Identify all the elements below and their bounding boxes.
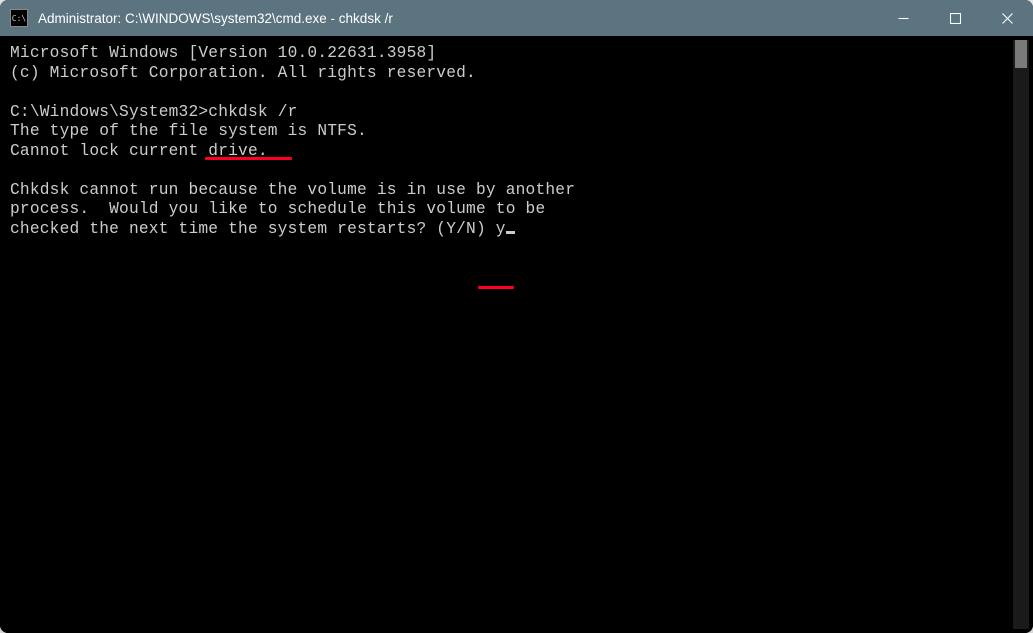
annotation-underline [478,286,514,289]
text-cursor [506,231,515,234]
terminal-output[interactable]: Microsoft Windows [Version 10.0.22631.39… [0,36,1013,633]
vertical-scrollbar[interactable] [1013,40,1029,629]
close-icon [1002,13,1013,24]
output-line: checked the next time the system restart… [10,220,496,238]
annotation-underline [205,157,292,160]
output-line: process. Would you like to schedule this… [10,200,545,218]
cmd-icon-label: C:\ [12,14,26,23]
scrollbar-thumb[interactable] [1015,40,1027,68]
minimize-button[interactable] [877,0,929,36]
minimize-icon [898,13,909,24]
cmd-icon: C:\ [10,9,28,27]
window-title: Administrator: C:\WINDOWS\system32\cmd.e… [38,11,393,26]
maximize-button[interactable] [929,0,981,36]
close-button[interactable] [981,0,1033,36]
copyright-line: (c) Microsoft Corporation. All rights re… [10,64,476,82]
titlebar[interactable]: C:\ Administrator: C:\WINDOWS\system32\c… [0,0,1033,36]
maximize-icon [950,13,961,24]
cmd-window: C:\ Administrator: C:\WINDOWS\system32\c… [0,0,1033,633]
window-controls [877,0,1033,36]
entered-command: chkdsk /r [208,103,297,121]
version-line: Microsoft Windows [Version 10.0.22631.39… [10,44,436,62]
prompt-path: C:\Windows\System32> [10,103,208,121]
output-line: The type of the file system is NTFS. [10,122,367,140]
user-input-answer: y [496,220,506,238]
terminal-area[interactable]: Microsoft Windows [Version 10.0.22631.39… [0,36,1033,633]
output-line: Chkdsk cannot run because the volume is … [10,181,575,199]
